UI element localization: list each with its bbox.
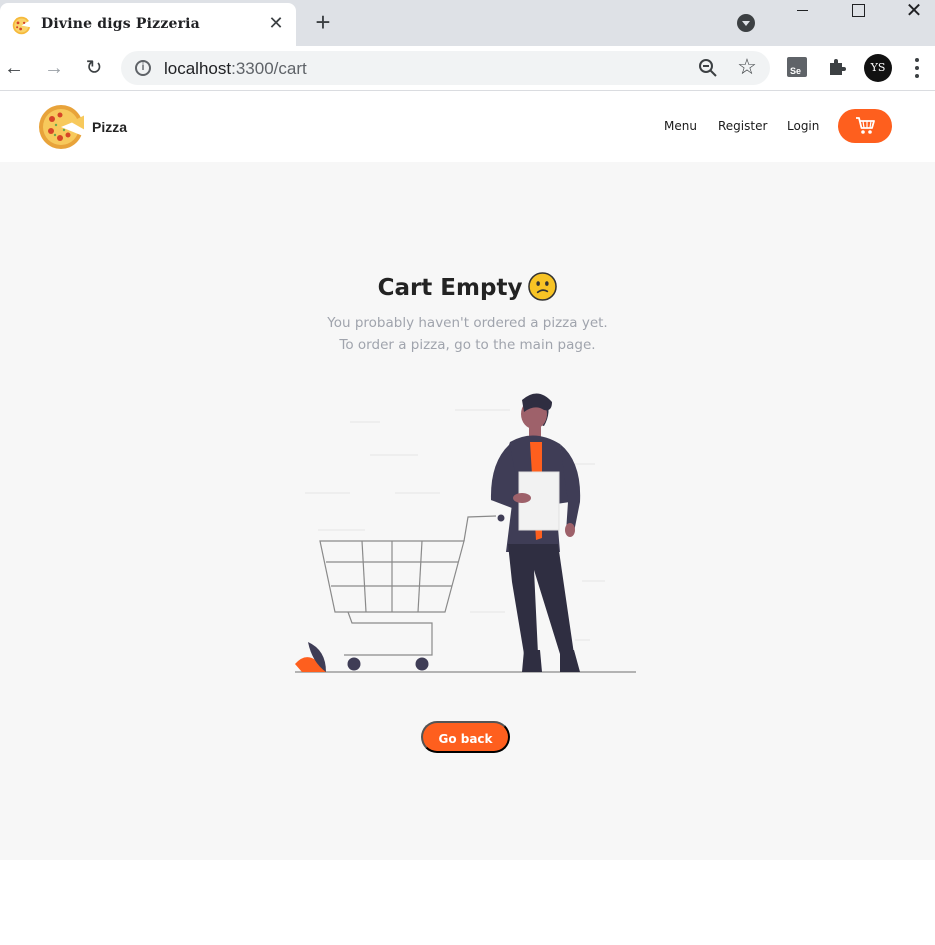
confused-face-icon bbox=[528, 272, 558, 301]
selenium-extension-icon[interactable]: Se bbox=[787, 57, 807, 77]
empty-cart-message-line1: You probably haven't ordered a pizza yet… bbox=[327, 315, 608, 331]
reload-icon[interactable]: ↻ bbox=[82, 56, 106, 80]
star-icon[interactable]: ☆ bbox=[735, 55, 759, 79]
tab-title: Divine digs Pizzeria bbox=[41, 16, 200, 32]
brand-name[interactable]: Pizza bbox=[92, 119, 127, 135]
tab-close-icon[interactable]: ✕ bbox=[266, 13, 286, 33]
extension-label: Se bbox=[790, 66, 802, 76]
forward-arrow-icon[interactable]: → bbox=[42, 56, 66, 80]
page: Pizza Menu Register Login Cart Empty You… bbox=[0, 91, 935, 945]
cart-button[interactable] bbox=[838, 109, 892, 143]
nav-link-menu[interactable]: Menu bbox=[664, 119, 697, 133]
tab-search-icon[interactable] bbox=[737, 14, 755, 32]
page-title: Cart Empty bbox=[0, 272, 935, 301]
minimize-button[interactable] bbox=[779, 0, 825, 28]
maximize-button[interactable] bbox=[835, 0, 881, 28]
pizza-icon bbox=[12, 16, 31, 35]
empty-cart-section: Cart Empty You probably haven't ordered … bbox=[0, 162, 935, 860]
pizza-logo-icon[interactable] bbox=[38, 104, 84, 150]
search-zoom-icon[interactable] bbox=[698, 58, 718, 78]
close-window-button[interactable]: ✕ bbox=[891, 0, 935, 28]
empty-cart-illustration bbox=[295, 393, 636, 673]
menu-kebab-icon[interactable] bbox=[907, 56, 927, 80]
puzzle-icon[interactable] bbox=[826, 56, 848, 78]
new-tab-button[interactable]: + bbox=[311, 9, 335, 35]
info-icon[interactable]: i bbox=[135, 60, 151, 76]
empty-cart-message-line2: To order a pizza, go to the main page. bbox=[339, 337, 596, 353]
url-host: localhost bbox=[164, 59, 232, 78]
go-back-button[interactable]: Go back bbox=[421, 721, 510, 753]
browser-tabbar: Divine digs Pizzeria ✕ + ✕ bbox=[0, 0, 935, 46]
nav-link-login[interactable]: Login bbox=[787, 119, 819, 133]
url-path: :3300/cart bbox=[231, 59, 307, 78]
cart-empty-heading: Cart Empty bbox=[377, 275, 523, 301]
browser-tab[interactable]: Divine digs Pizzeria ✕ bbox=[0, 3, 296, 46]
site-navbar: Pizza Menu Register Login bbox=[0, 91, 935, 162]
nav-link-register[interactable]: Register bbox=[718, 119, 767, 133]
back-arrow-icon[interactable]: ← bbox=[2, 56, 26, 80]
profile-avatar[interactable]: YS bbox=[864, 54, 892, 82]
browser-toolbar: ← → ↻ i localhost:3300/cart ☆ Se YS bbox=[0, 46, 935, 91]
url-text[interactable]: localhost:3300/cart bbox=[164, 59, 307, 79]
address-bar[interactable]: i localhost:3300/cart ☆ bbox=[121, 51, 770, 85]
cart-icon bbox=[856, 117, 875, 134]
